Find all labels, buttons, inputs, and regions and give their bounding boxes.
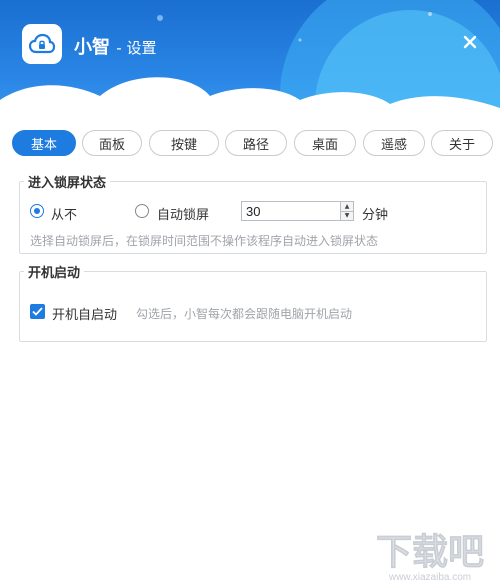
tab-label: 面板 bbox=[98, 137, 125, 153]
stepper-down-icon[interactable]: ▼ bbox=[341, 210, 353, 220]
tab-label: 路径 bbox=[242, 137, 269, 153]
radio-never-label[interactable]: 从不 bbox=[51, 204, 77, 223]
tab-remote[interactable]: 遥感 bbox=[363, 130, 425, 156]
autostart-label[interactable]: 开机自启动 bbox=[52, 304, 117, 323]
watermark-logo: 下载吧 www.xiazaiba.com bbox=[362, 526, 498, 584]
close-button[interactable] bbox=[458, 30, 482, 54]
stepper-up-icon[interactable]: ▲ bbox=[341, 202, 353, 211]
tab-label: 关于 bbox=[448, 137, 475, 153]
startup-group: 开机启动 bbox=[19, 262, 487, 342]
startup-title: 开机启动 bbox=[28, 266, 81, 281]
title-bar: 小智 - 设置 bbox=[0, 0, 500, 130]
autostart-checkbox[interactable] bbox=[30, 304, 45, 319]
watermark-url: www.xiazaiba.com bbox=[388, 572, 471, 583]
tab-label: 基本 bbox=[30, 137, 57, 153]
tab-desktop[interactable]: 桌面 bbox=[294, 130, 356, 156]
tab-label: 遥感 bbox=[380, 137, 407, 153]
tab-path[interactable]: 路径 bbox=[225, 130, 287, 156]
checkmark-icon bbox=[32, 307, 43, 316]
tab-panel[interactable]: 面板 bbox=[82, 130, 142, 156]
minutes-unit: 分钟 bbox=[362, 208, 389, 223]
lock-screen-title: 进入锁屏状态 bbox=[28, 176, 107, 191]
settings-tabs: 基本 面板 按键 路径 桌面 遥感 关于 bbox=[12, 130, 496, 156]
watermark-text: 下载吧 bbox=[376, 531, 484, 572]
header-cloud-decoration bbox=[0, 0, 500, 130]
close-icon bbox=[463, 35, 477, 49]
tab-basic[interactable]: 基本 bbox=[12, 130, 76, 156]
tab-label: 按键 bbox=[170, 137, 197, 153]
lock-hint: 选择自动锁屏后，在锁屏时间范围不操作该程序自动进入锁屏状态 bbox=[30, 234, 379, 248]
tab-keys[interactable]: 按键 bbox=[149, 130, 219, 156]
radio-never[interactable] bbox=[30, 204, 44, 218]
autostart-hint: 勾选后，小智每次都会跟随电脑开机启动 bbox=[136, 307, 353, 321]
lock-minutes-stepper[interactable]: ▲ ▼ bbox=[341, 201, 354, 221]
radio-auto-lock-label[interactable]: 自动锁屏 bbox=[157, 204, 209, 223]
window-title: 小智 - 设置 bbox=[74, 33, 156, 59]
lock-minutes-input[interactable] bbox=[241, 201, 341, 221]
radio-auto-lock[interactable] bbox=[135, 204, 149, 218]
app-name: 小智 bbox=[74, 37, 110, 58]
app-logo-icon bbox=[22, 24, 62, 64]
tab-about[interactable]: 关于 bbox=[431, 130, 493, 156]
window-subtitle: - 设置 bbox=[116, 39, 157, 57]
tab-label: 桌面 bbox=[311, 137, 338, 153]
